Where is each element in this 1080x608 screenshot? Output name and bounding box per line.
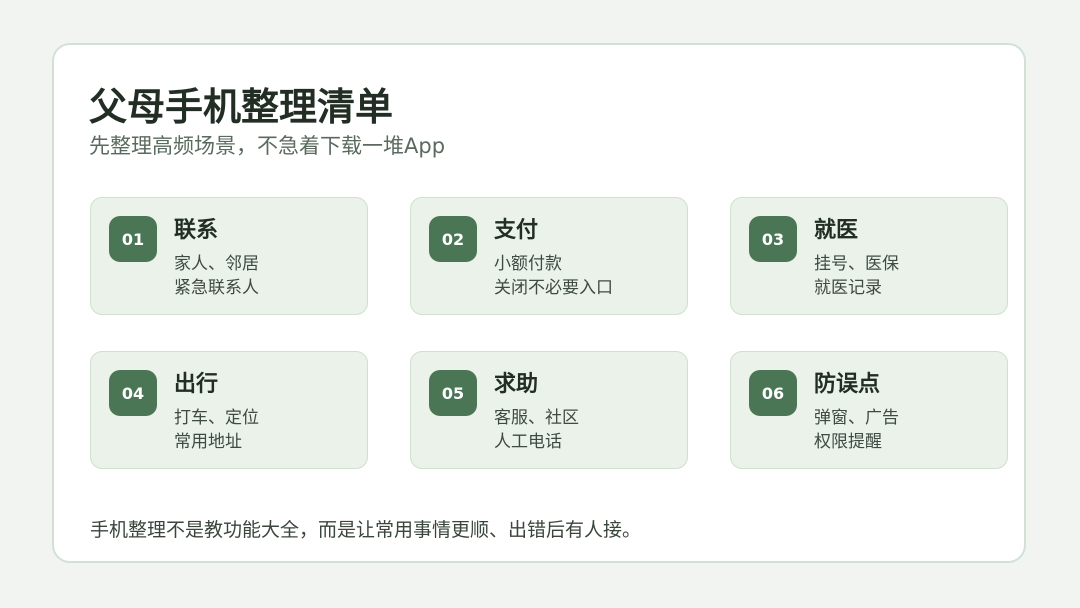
card-detail-line: 家人、邻居: [174, 254, 259, 274]
card-payment: 02 支付 小额付款 关闭不必要入口: [410, 197, 688, 315]
card-detail-line: 客服、社区: [494, 408, 579, 428]
card-detail-line: 就医记录: [814, 278, 882, 298]
card-detail-line: 关闭不必要入口: [494, 278, 613, 298]
card-detail-line: 打车、定位: [174, 408, 259, 428]
card-mistap-prevention: 06 防误点 弹窗、广告 权限提醒: [730, 351, 1008, 469]
card-number-badge: 02: [429, 216, 477, 262]
card-medical: 03 就医 挂号、医保 就医记录: [730, 197, 1008, 315]
card-number-badge: 06: [749, 370, 797, 416]
card-detail-line: 权限提醒: [814, 432, 882, 452]
card-title: 出行: [174, 372, 219, 397]
card-title: 求助: [494, 372, 539, 397]
card-number-badge: 04: [109, 370, 157, 416]
card-detail-line: 人工电话: [494, 432, 562, 452]
page-title: 父母手机整理清单: [89, 85, 394, 129]
footer-note: 手机整理不是教功能大全，而是让常用事情更顺、出错后有人接。: [90, 519, 642, 541]
card-travel: 04 出行 打车、定位 常用地址: [90, 351, 368, 469]
card-title: 支付: [494, 218, 539, 243]
card-detail-line: 小额付款: [494, 254, 562, 274]
card-title: 就医: [814, 218, 859, 243]
card-detail-line: 常用地址: [174, 432, 242, 452]
card-detail-line: 紧急联系人: [174, 278, 259, 298]
card-help: 05 求助 客服、社区 人工电话: [410, 351, 688, 469]
page-subtitle: 先整理高频场景，不急着下载一堆App: [89, 134, 446, 158]
card-title: 联系: [174, 218, 219, 243]
card-detail-line: 弹窗、广告: [814, 408, 899, 428]
card-contacts: 01 联系 家人、邻居 紧急联系人: [90, 197, 368, 315]
card-detail-line: 挂号、医保: [814, 254, 899, 274]
card-number-badge: 01: [109, 216, 157, 262]
card-number-badge: 03: [749, 216, 797, 262]
card-number-badge: 05: [429, 370, 477, 416]
card-title: 防误点: [814, 372, 881, 397]
